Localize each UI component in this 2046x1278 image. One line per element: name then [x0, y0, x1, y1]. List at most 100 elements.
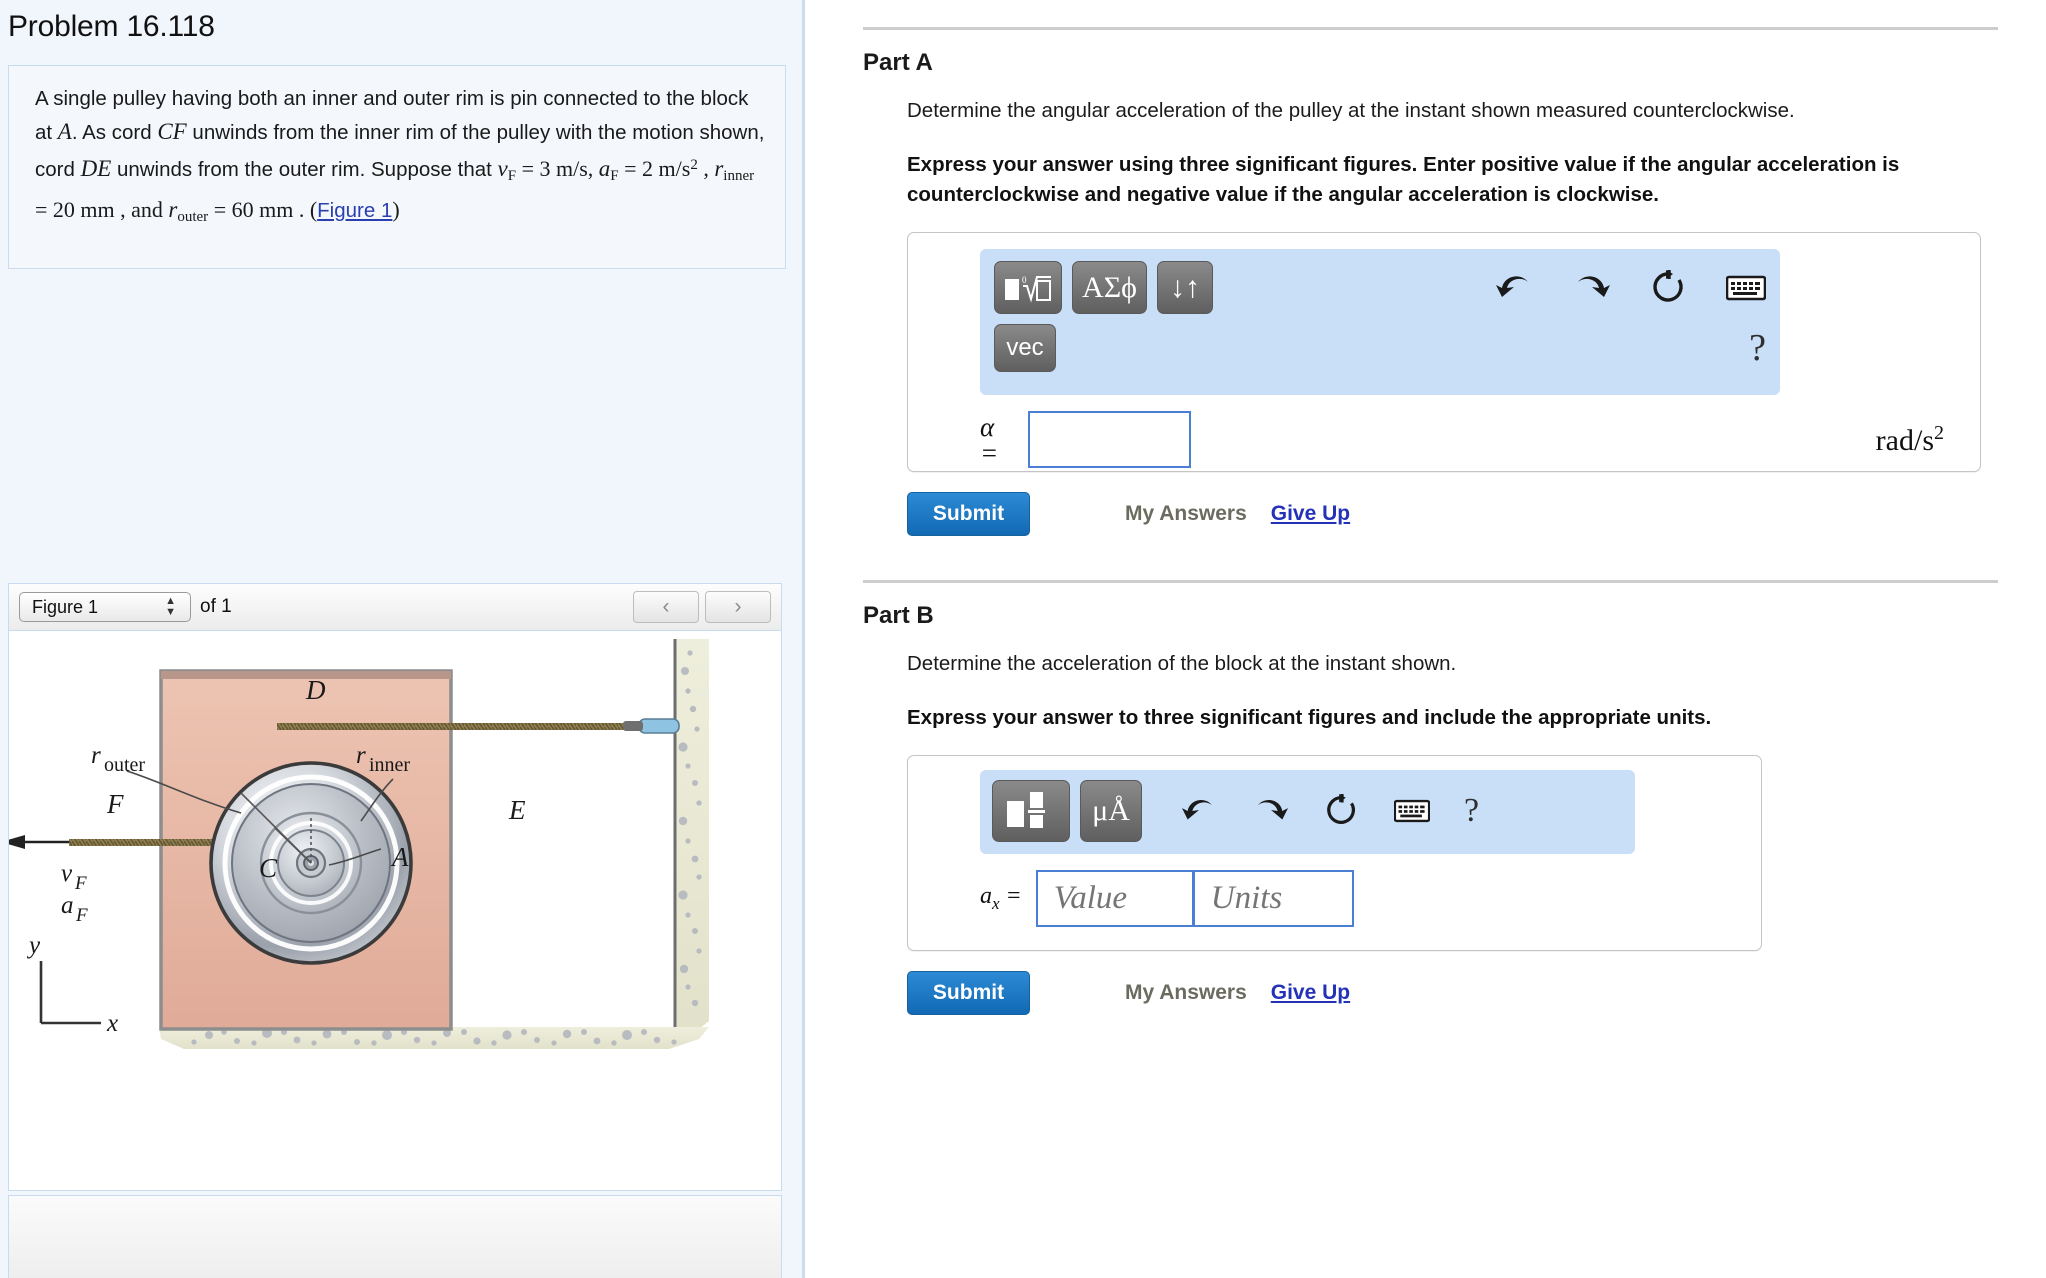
label-DE: DE	[80, 156, 112, 181]
template-fraction-icon[interactable]	[992, 780, 1070, 842]
var-r-inner-sub: inner	[723, 168, 755, 184]
greek-symbols-button[interactable]: ΑΣϕ	[1072, 261, 1147, 314]
var-r-inner-value: = 20 mm	[35, 197, 115, 222]
anchor-E	[638, 718, 680, 734]
statement-seg-4: unwinds from the outer rim. Suppose that	[111, 158, 498, 181]
reset-icon[interactable]	[1324, 793, 1360, 829]
keyboard-icon[interactable]	[1394, 798, 1430, 824]
part-b-math-toolbar: μÅ ?	[980, 770, 1635, 854]
var-r-inner: r	[714, 156, 724, 181]
figure-label-aF-sub: F	[75, 905, 88, 926]
redo-icon[interactable]	[1572, 270, 1612, 306]
part-b-question: Determine the acceleration of the block …	[907, 652, 1457, 675]
figure-select[interactable]: Figure 1 ▲ ▼	[19, 592, 191, 622]
part-a-units-exponent: 2	[1934, 421, 1944, 444]
part-b-my-answers-link[interactable]: My Answers	[1125, 981, 1247, 1005]
figure-label-r-inner: r	[356, 742, 366, 769]
figure-label-r-outer: r	[91, 742, 101, 769]
var-v-sub: F	[507, 168, 517, 184]
statement-close-paren: )	[392, 197, 400, 222]
figure-axis-x: x	[106, 1010, 118, 1037]
part-a-question: Determine the angular acceleration of th…	[907, 99, 1795, 122]
figure-select-value: Figure 1	[32, 596, 99, 617]
template-root-icon[interactable]: 0	[994, 261, 1062, 314]
part-a-my-answers-link[interactable]: My Answers	[1125, 502, 1247, 526]
var-a-exp: 2	[690, 157, 698, 173]
figure-label-E: E	[508, 795, 526, 825]
vec-button[interactable]: vec	[994, 324, 1056, 372]
undo-icon[interactable]	[1494, 270, 1534, 306]
part-b-divider	[863, 580, 1998, 583]
undo-icon[interactable]	[1180, 794, 1218, 828]
part-b-give-up-link[interactable]: Give Up	[1271, 981, 1350, 1005]
part-b-symbol-equals: =	[1005, 883, 1022, 910]
figure-axis-y: y	[26, 932, 41, 959]
cord-DE	[277, 723, 675, 730]
part-a-divider	[863, 27, 1998, 30]
answer-panel: Part A Determine the angular acceleratio…	[805, 0, 2046, 1278]
part-a-units-text: rad/s	[1875, 423, 1934, 457]
problem-statement-text: A single pulley having both an inner and…	[35, 82, 765, 234]
part-a-answer-row: α = rad/s2	[980, 411, 1980, 468]
part-a-units-label: rad/s2	[1876, 422, 1980, 458]
figure-label-C: C	[259, 853, 278, 883]
part-b-units-input[interactable]	[1193, 870, 1354, 927]
var-r-outer-value: = 60 mm . (	[208, 197, 318, 222]
label-CF: CF	[157, 119, 187, 144]
figure-label-vF: v	[61, 860, 73, 887]
part-a-symbol: α =	[980, 411, 1028, 468]
page-root: Problem 16.118 A single pulley having bo…	[0, 0, 2046, 1278]
figure-count-label: of 1	[200, 596, 232, 617]
figure-label-D: D	[305, 675, 326, 705]
stepper-icon: ▲ ▼	[165, 595, 176, 618]
help-icon[interactable]: ?	[1464, 792, 1479, 830]
figure-label-r-outer-sub: outer	[104, 754, 145, 776]
help-icon[interactable]: ?	[1749, 326, 1766, 370]
figure-prev-button[interactable]: ‹	[633, 591, 699, 623]
svg-text:0: 0	[1022, 275, 1027, 285]
part-b-symbol-sub: x	[992, 893, 1000, 913]
part-b-symbol: ax =	[980, 883, 1022, 914]
problem-statement-box: A single pulley having both an inner and…	[8, 65, 786, 269]
part-b-answer-box: μÅ ? ax = Value Units	[907, 755, 1762, 951]
label-A: A	[57, 119, 72, 144]
part-a-heading: Part A	[863, 49, 933, 76]
part-a-symbol-alpha: α	[980, 411, 995, 442]
part-b-answer-row: ax =	[980, 870, 1761, 927]
figure-1-link[interactable]: Figure 1	[317, 199, 392, 222]
statement-comma-1: ,	[697, 156, 715, 181]
part-a-symbol-equals: =	[980, 437, 999, 468]
figure-label-vF-sub: F	[74, 873, 87, 894]
page-title: Problem 16.118	[8, 10, 215, 43]
keyboard-icon[interactable]	[1726, 274, 1766, 302]
part-a-history-icons	[1494, 269, 1766, 307]
part-b-symbol-a: a	[980, 883, 992, 910]
figure-label-A: A	[390, 842, 409, 872]
part-a-value-input[interactable]	[1028, 411, 1191, 468]
part-b-history-icons: ?	[1180, 792, 1479, 830]
redo-icon[interactable]	[1252, 794, 1290, 828]
reset-icon[interactable]	[1650, 269, 1688, 307]
part-a-give-up-link[interactable]: Give Up	[1271, 502, 1350, 526]
part-a-math-toolbar: 0 ΑΣϕ ↓↑ vec ?	[980, 249, 1780, 395]
sort-arrows-button[interactable]: ↓↑	[1157, 261, 1213, 314]
part-b-heading: Part B	[863, 602, 934, 629]
part-b-actions: Submit My Answers Give Up	[907, 971, 2046, 1015]
statement-seg-2: . As cord	[71, 121, 158, 144]
pulley-diagram: D E A C F r outer r inner v F a F y x	[9, 639, 709, 1049]
part-a-toolbar-row-2: vec ?	[994, 324, 1766, 372]
var-a-sub: F	[610, 168, 619, 184]
problem-panel: Problem 16.118 A single pulley having bo…	[0, 0, 805, 1278]
figure-next-button[interactable]: ›	[705, 591, 771, 623]
part-b-value-input[interactable]	[1035, 870, 1194, 927]
part-b-submit-button[interactable]: Submit	[907, 971, 1030, 1015]
var-a: a	[598, 156, 611, 181]
coordinate-axes: y x	[26, 932, 118, 1037]
statement-comma-2: , and	[114, 197, 169, 222]
var-v: v	[497, 156, 508, 181]
part-a-submit-button[interactable]: Submit	[907, 492, 1030, 536]
var-v-value: = 3 m/s,	[516, 156, 599, 181]
figure-footer-bar	[8, 1195, 782, 1278]
part-a-actions: Submit My Answers Give Up	[907, 492, 2046, 536]
units-button[interactable]: μÅ	[1080, 780, 1142, 842]
